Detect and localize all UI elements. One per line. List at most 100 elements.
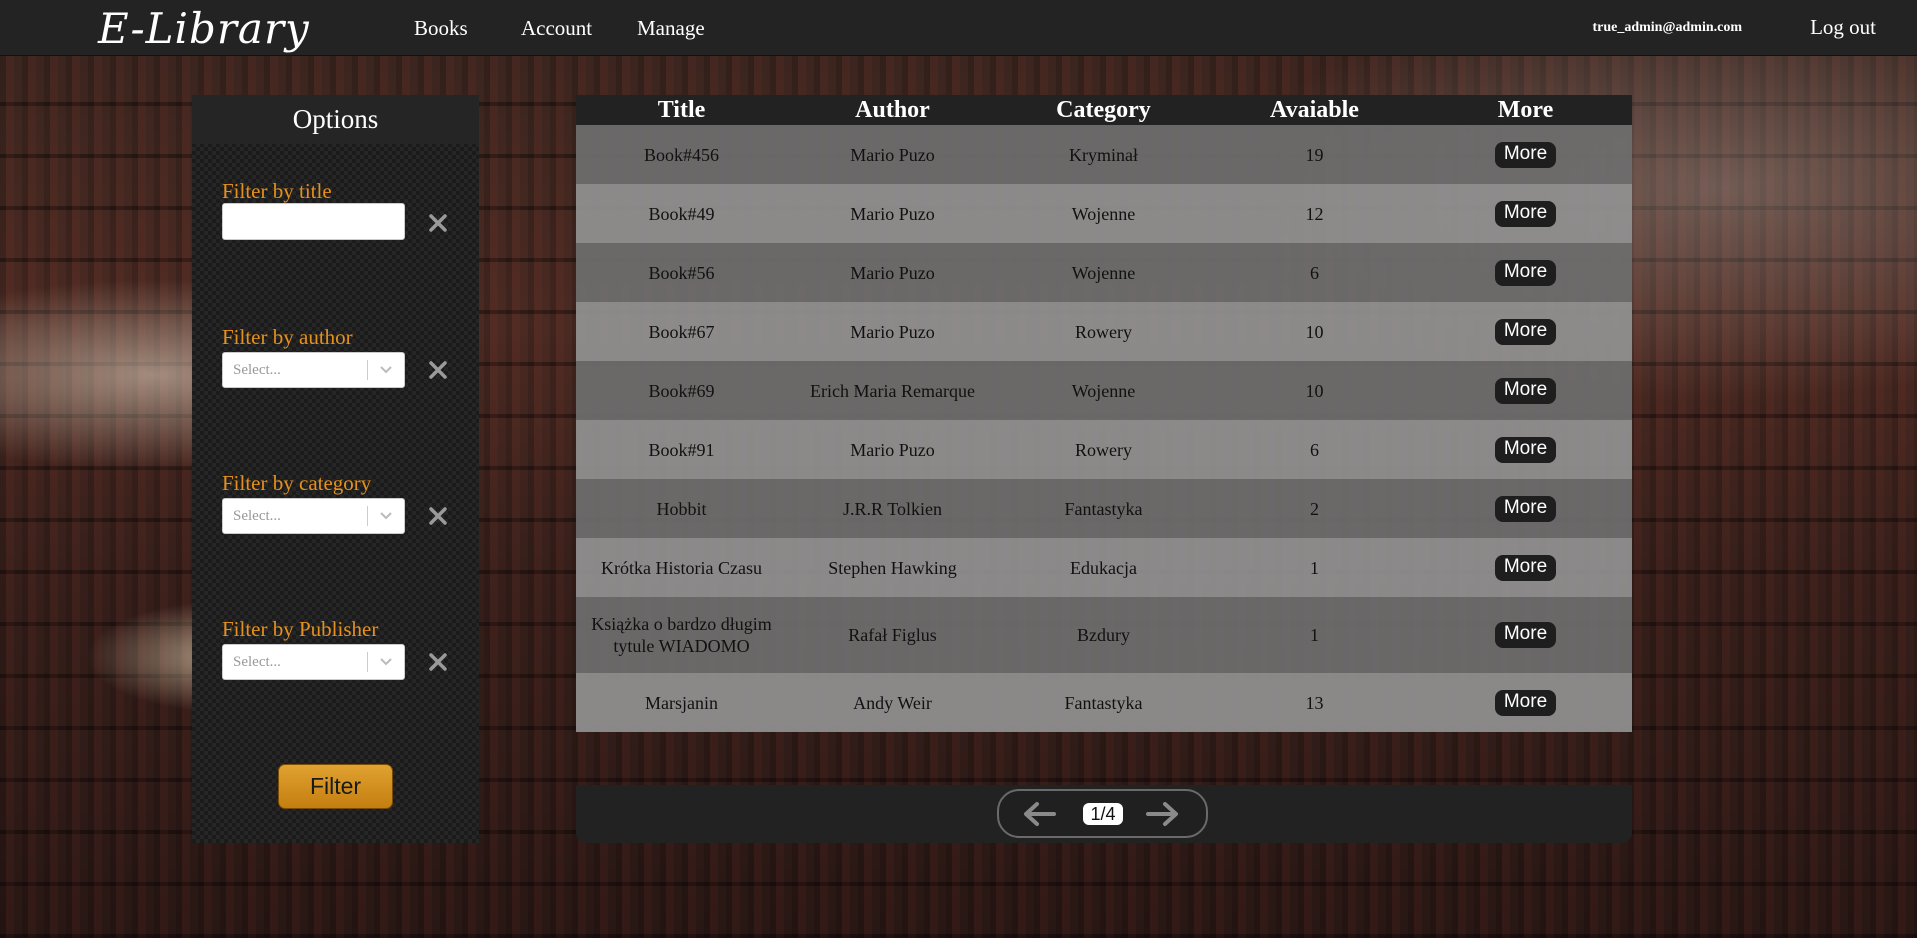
nav-account-link[interactable]: Account <box>521 16 592 41</box>
options-title: Options <box>192 95 479 144</box>
filter-category-label: Filter by category <box>222 471 372 495</box>
arrow-left-icon[interactable] <box>1021 801 1057 827</box>
cell-category: Kryminał <box>1069 144 1138 165</box>
table-row: Hobbit J.R.R Tolkien Fantastyka 2 More <box>576 479 1632 538</box>
table-footer: 1/4 <box>576 785 1632 843</box>
cell-more: More <box>1420 361 1631 420</box>
cell-category: Wojenne <box>1071 380 1136 401</box>
table-row: Book#56 Mario Puzo Wojenne 6 More <box>576 243 1632 302</box>
more-button[interactable]: More <box>1494 141 1557 168</box>
cell-category: Rowery <box>1075 321 1132 342</box>
cell-category: Bzdury <box>1077 625 1130 645</box>
author-select-placeholder: Select... <box>233 362 281 378</box>
books-table-panel: Title Author Category Avaiable More Book… <box>576 95 1632 843</box>
cell-author: J.R.R Tolkien <box>843 498 942 519</box>
cell-category: Wojenne <box>1071 262 1136 283</box>
cell-more: More <box>1420 184 1631 243</box>
cell-category: Rowery <box>1075 439 1132 460</box>
clear-title-icon[interactable] <box>426 211 450 235</box>
cell-more: More <box>1420 538 1631 597</box>
options-panel: Options Filter by title Filter by author… <box>192 95 479 843</box>
cell-more: More <box>1420 243 1631 302</box>
page-indicator: 1/4 <box>1083 803 1123 825</box>
cell-title: Book#456 <box>643 144 719 165</box>
cell-available: 19 <box>1305 144 1324 165</box>
category-select[interactable]: Select... <box>222 498 405 534</box>
table-row: Book#456 Mario Puzo Kryminał 19 More <box>576 125 1632 184</box>
filter-button[interactable]: Filter <box>278 764 393 809</box>
cell-title: Krótka Historia Czasu <box>601 557 762 578</box>
column-header-category: Category <box>1056 97 1151 123</box>
column-header-available: Avaiable <box>1270 97 1359 123</box>
cell-available: 10 <box>1305 321 1324 342</box>
clear-category-icon[interactable] <box>426 504 450 528</box>
select-separator <box>367 360 368 380</box>
more-button[interactable]: More <box>1494 689 1557 716</box>
table-row: Książka o bardzo długim tytule WIADOMO Ra… <box>576 597 1632 673</box>
more-button[interactable]: More <box>1494 495 1557 522</box>
nav-manage-link[interactable]: Manage <box>637 16 705 41</box>
select-separator <box>367 652 368 672</box>
cell-more: More <box>1420 420 1631 479</box>
cell-category: Wojenne <box>1071 203 1136 224</box>
cell-more: More <box>1420 302 1631 361</box>
author-select[interactable]: Select... <box>222 352 405 388</box>
more-button[interactable]: More <box>1494 318 1557 345</box>
cell-author: Andy Weir <box>853 692 932 713</box>
cell-available: 12 <box>1305 203 1324 224</box>
cell-available: 1 <box>1310 557 1319 578</box>
cell-more: More <box>1420 673 1631 732</box>
table-row: Marsjanin Andy Weir Fantastyka 13 More <box>576 673 1632 732</box>
cell-author: Erich Maria Remarque <box>810 380 975 401</box>
cell-title: Book#69 <box>648 380 715 401</box>
cell-available: 10 <box>1305 380 1324 401</box>
app-logo[interactable]: E-Library <box>98 4 310 53</box>
table-row: Book#91 Mario Puzo Rowery 6 More <box>576 420 1632 479</box>
cell-available: 13 <box>1305 692 1324 713</box>
cell-author: Mario Puzo <box>850 144 935 165</box>
more-button[interactable]: More <box>1494 259 1557 286</box>
nav-books-link[interactable]: Books <box>414 16 468 41</box>
filter-title-input[interactable] <box>222 203 405 240</box>
chevron-down-icon[interactable] <box>378 509 394 523</box>
table-row: Krótka Historia Czasu Stephen Hawking Eduk… <box>576 538 1632 597</box>
more-button[interactable]: More <box>1494 200 1557 227</box>
filter-author-label: Filter by author <box>222 325 353 349</box>
chevron-down-icon[interactable] <box>378 363 394 377</box>
cell-title: Marsjanin <box>645 692 718 713</box>
table-header: Title Author Category Avaiable More <box>576 95 1632 125</box>
cell-author: Mario Puzo <box>850 203 935 224</box>
cell-more: More <box>1420 479 1631 538</box>
cell-author: Mario Puzo <box>850 439 935 460</box>
clear-publisher-icon[interactable] <box>426 650 450 674</box>
cell-author: Mario Puzo <box>850 262 935 283</box>
clear-author-icon[interactable] <box>426 358 450 382</box>
chevron-down-icon[interactable] <box>378 655 394 669</box>
more-button[interactable]: More <box>1494 554 1557 581</box>
table-row: Book#67 Mario Puzo Rowery 10 More <box>576 302 1632 361</box>
cell-category: Fantastyka <box>1064 692 1143 713</box>
user-email: true_admin@admin.com <box>1592 20 1742 35</box>
table-row: Book#49 Mario Puzo Wojenne 12 More <box>576 184 1632 243</box>
cell-title: Book#91 <box>648 439 715 460</box>
cell-author: Mario Puzo <box>850 321 935 342</box>
cell-available: 6 <box>1310 262 1319 283</box>
cell-title: Book#49 <box>648 203 715 224</box>
cell-more: More <box>1420 597 1631 673</box>
cell-title: Book#67 <box>648 321 715 342</box>
cell-available: 1 <box>1310 625 1319 645</box>
more-button[interactable]: More <box>1494 436 1557 463</box>
cell-category: Fantastyka <box>1064 498 1143 519</box>
cell-available: 2 <box>1310 498 1319 519</box>
cell-title: Książka o bardzo długim tytule WIADOMO <box>591 614 772 656</box>
pagination: 1/4 <box>997 789 1208 838</box>
column-header-more: More <box>1497 97 1554 123</box>
column-header-title: Title <box>657 97 706 123</box>
publisher-select[interactable]: Select... <box>222 644 405 680</box>
more-button[interactable]: More <box>1494 377 1557 404</box>
logout-link[interactable]: Log out <box>1810 15 1876 40</box>
arrow-right-icon[interactable] <box>1145 801 1181 827</box>
filter-publisher-label: Filter by Publisher <box>222 617 379 641</box>
category-select-placeholder: Select... <box>233 508 281 524</box>
more-button[interactable]: More <box>1494 622 1557 648</box>
